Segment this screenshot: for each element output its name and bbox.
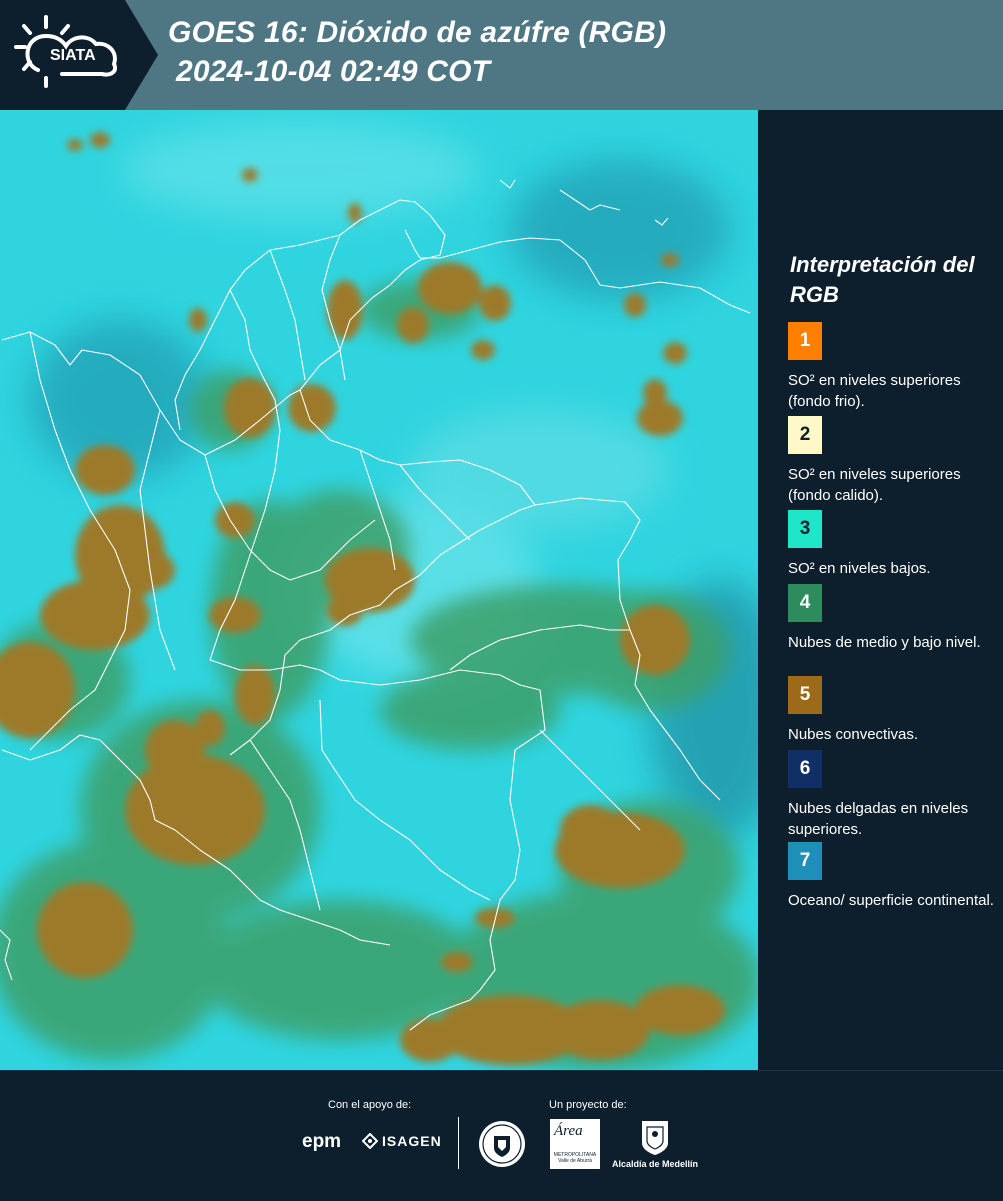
footer: Con el apoyo de: Un proyecto de: epm ISA… [0, 1070, 1003, 1201]
timestamp: 2024-10-04 02:49 COT [176, 55, 491, 88]
area-logo-subtitle: METROPOLITANA Valle de Aburrá [553, 1152, 597, 1164]
legend-label: SO² en niveles superiores (fondo frio). [788, 372, 961, 410]
area-logo-title: Área [554, 1123, 583, 1139]
legend-item-7: 7 Oceano/ superficie continental. [788, 842, 998, 911]
support-label: Con el apoyo de: [328, 1099, 412, 1111]
project-label: Un proyecto de: [549, 1099, 627, 1111]
isagen-logo-text: ISAGEN [382, 1133, 442, 1149]
legend-item-1: 1 SO² en niveles superiores (fondo frio)… [788, 322, 998, 412]
legend-title: Interpretación del RGB [790, 252, 975, 307]
legend-item-6: 6 Nubes delgadas en niveles superiores. [788, 750, 998, 840]
isagen-logo[interactable]: ISAGEN [362, 1133, 442, 1149]
legend-label: SO² en niveles superiores (fondo calido)… [788, 466, 961, 504]
legend-item-3: 3 SO² en niveles bajos. [788, 510, 998, 579]
legend-swatch: 3 [788, 510, 822, 548]
legend-swatch: 7 [788, 842, 822, 880]
legend-swatch: 5 [788, 676, 822, 714]
satellite-image [0, 110, 758, 1070]
epm-logo[interactable]: epm [302, 1131, 341, 1153]
header-bar: SIATA GOES 16: Dióxido de azúfre (RGB) 2… [0, 0, 1003, 110]
alcaldia-label: Alcaldía de Medellín [612, 1159, 699, 1169]
siata-logo-text: SIATA [50, 47, 96, 64]
legend-swatch: 6 [788, 750, 822, 788]
satellite-map[interactable] [0, 110, 758, 1070]
legend-label: Nubes convectivas. [788, 726, 919, 743]
legend-label: Nubes de medio y bajo nivel. [788, 634, 981, 651]
alcaldia-shield-icon[interactable] [640, 1119, 670, 1157]
area-metropolitana-logo[interactable]: Área METROPOLITANA Valle de Aburrá [550, 1119, 600, 1169]
legend-panel: Interpretación del RGB 1 SO² en niveles … [760, 110, 1003, 1070]
legend-item-4: 4 Nubes de medio y bajo nivel. [788, 584, 998, 653]
medellin-seal-icon[interactable] [477, 1119, 527, 1169]
legend-swatch: 4 [788, 584, 822, 622]
page-title: GOES 16: Dióxido de azúfre (RGB) [168, 16, 667, 49]
legend-swatch: 1 [788, 322, 822, 360]
siata-logo[interactable]: SIATA [0, 0, 158, 110]
isagen-icon [362, 1133, 378, 1149]
legend-label: Nubes delgadas en niveles superiores. [788, 800, 969, 838]
sun-cloud-icon: SIATA [14, 15, 117, 88]
legend-item-2: 2 SO² en niveles superiores (fondo calid… [788, 416, 998, 506]
legend-label: Oceano/ superficie continental. [788, 892, 994, 909]
footer-divider [458, 1117, 459, 1169]
legend-label: SO² en niveles bajos. [788, 560, 931, 577]
legend-item-5: 5 Nubes convectivas. [788, 676, 998, 745]
legend-swatch: 2 [788, 416, 822, 454]
